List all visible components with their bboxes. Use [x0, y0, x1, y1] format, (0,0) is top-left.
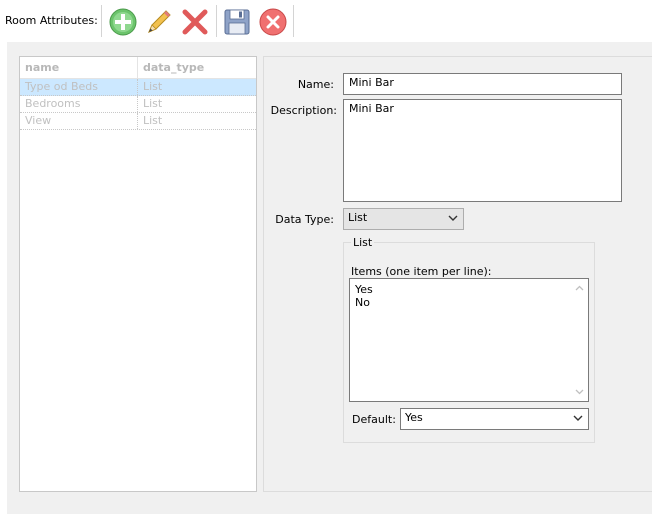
- data-type-select[interactable]: List: [343, 208, 464, 230]
- default-label: Default:: [352, 413, 396, 426]
- column-header-data-type[interactable]: data_type: [143, 61, 204, 74]
- toolbar: Room Attributes:: [0, 0, 652, 42]
- cancel-icon: [259, 8, 287, 36]
- description-label: Description:: [270, 104, 337, 117]
- name-field[interactable]: Mini Bar: [343, 73, 622, 95]
- table-row[interactable]: Bedrooms List: [20, 96, 256, 113]
- delete-icon: [182, 9, 208, 35]
- add-button[interactable]: [107, 6, 139, 38]
- grid-header: name data_type: [20, 57, 256, 79]
- scroll-down-icon[interactable]: [575, 387, 584, 396]
- cell-name: View: [25, 114, 52, 127]
- edit-button[interactable]: [143, 6, 175, 38]
- vertical-scrollbar[interactable]: [571, 279, 588, 401]
- cell-name: Bedrooms: [25, 97, 81, 110]
- list-item: Yes: [355, 283, 373, 296]
- name-label: Name:: [297, 78, 334, 91]
- add-icon: [109, 8, 137, 36]
- items-label: Items (one item per line):: [351, 265, 492, 278]
- toolbar-separator: [293, 5, 294, 37]
- cell-name: Type od Beds: [25, 80, 98, 93]
- cancel-button[interactable]: [257, 6, 289, 38]
- attributes-grid[interactable]: name data_type Type od Beds List Bedroom…: [19, 56, 257, 492]
- table-row[interactable]: Type od Beds List: [20, 79, 256, 96]
- data-type-label: Data Type:: [275, 213, 334, 226]
- data-type-value: List: [348, 211, 368, 224]
- save-icon: [224, 9, 250, 35]
- toolbar-separator: [216, 5, 217, 37]
- scroll-up-icon[interactable]: [575, 284, 584, 293]
- toolbar-separator: [101, 5, 102, 37]
- cell-data-type: List: [143, 97, 163, 110]
- save-button[interactable]: [221, 6, 253, 38]
- toolbar-title: Room Attributes:: [5, 14, 98, 27]
- default-select[interactable]: Yes: [400, 408, 589, 430]
- table-row[interactable]: View List: [20, 113, 256, 130]
- default-value: Yes: [405, 411, 423, 424]
- items-textarea[interactable]: Yes No: [349, 278, 589, 402]
- column-header-name[interactable]: name: [25, 61, 59, 74]
- chevron-down-icon: [573, 415, 583, 421]
- cell-data-type: List: [143, 80, 163, 93]
- pencil-icon: [148, 10, 171, 33]
- cell-data-type: List: [143, 114, 163, 127]
- delete-button[interactable]: [179, 6, 211, 38]
- list-group-label: List: [351, 236, 375, 249]
- chevron-down-icon: [448, 215, 458, 221]
- description-field[interactable]: Mini Bar: [343, 99, 622, 202]
- list-item: No: [355, 296, 370, 309]
